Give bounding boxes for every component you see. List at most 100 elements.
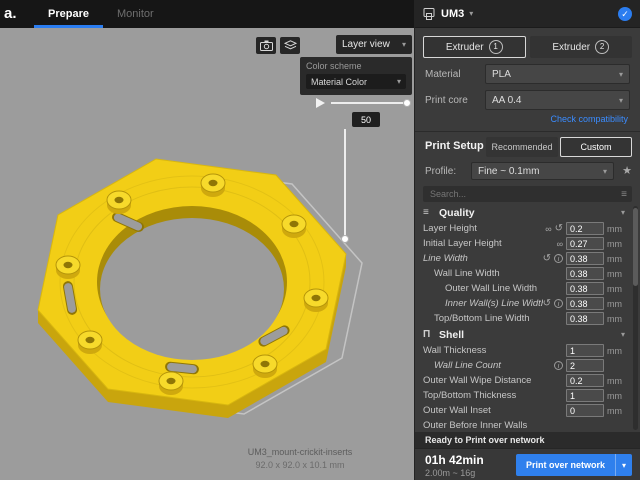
profile-dropdown[interactable]: Fine ~ 0.1mm ▾ <box>471 162 614 180</box>
setting-row: Wall Thickness1mm <box>415 343 633 358</box>
tab-monitor[interactable]: Monitor <box>103 0 168 28</box>
setting-value-field[interactable]: 0.38 <box>566 312 604 325</box>
extruder-number-badge: 2 <box>595 40 609 54</box>
color-scheme-value: Material Color <box>311 77 367 87</box>
setting-label: Wall Line Width <box>415 268 563 279</box>
setting-row: Top/Bottom Line Width0.38mm <box>415 311 633 326</box>
revert-icon[interactable]: ↺ <box>543 298 551 309</box>
scrollbar-thumb[interactable] <box>633 208 638 286</box>
print-core-value: AA 0.4 <box>492 95 521 106</box>
setting-row: Outer Wall Wipe Distance0.2mm <box>415 373 633 388</box>
link-icon[interactable]: ∞ <box>545 224 551 234</box>
info-icon[interactable]: i <box>554 299 563 308</box>
material-dropdown[interactable]: PLA ▾ <box>485 64 630 84</box>
model-name: UM3_mount-crickit-inserts <box>210 447 390 457</box>
category-quality[interactable]: ≡Quality▾ <box>415 204 633 221</box>
setting-value-field[interactable]: 0.38 <box>566 267 604 280</box>
color-scheme-panel: Color scheme Material Color ▾ <box>300 57 412 95</box>
layer-slider-handle[interactable] <box>341 235 349 243</box>
setting-unit: mm <box>604 314 627 324</box>
setting-row: Line Width↺i0.38mm <box>415 251 633 266</box>
setting-unit: mm <box>604 346 627 356</box>
job-footer: 01h 42min 2.00m ~ 16g Print over network… <box>415 448 640 480</box>
extruder-1-tab[interactable]: Extruder 1 <box>423 36 526 58</box>
setting-value-field[interactable]: 0.38 <box>566 252 604 265</box>
setting-value-field[interactable]: 0.38 <box>566 282 604 295</box>
job-status-text: Ready to Print over network <box>425 435 545 445</box>
setting-row: Top/Bottom Thickness1mm <box>415 388 633 403</box>
color-scheme-label: Color scheme <box>306 61 406 71</box>
chevron-down-icon: ▾ <box>619 70 623 79</box>
info-icon[interactable]: i <box>554 361 563 370</box>
setting-row: Wall Line Counti2 <box>415 358 633 373</box>
setting-value-field[interactable]: 0.2 <box>566 374 604 387</box>
settings-list: ≡Quality▾Layer Height∞↺0.2mmInitial Laye… <box>415 204 633 432</box>
revert-icon[interactable]: ↺ <box>543 253 551 264</box>
print-button-label: Print over network <box>516 454 615 476</box>
model-3d[interactable] <box>10 140 390 450</box>
setting-icons: ∞ <box>557 239 563 249</box>
chevron-down-icon: ▾ <box>402 40 406 49</box>
app-logo: a. <box>0 0 34 28</box>
viewport-toolbar <box>256 37 300 54</box>
setting-label: Wall Thickness <box>415 345 563 356</box>
settings-scrollbar[interactable] <box>633 206 638 430</box>
layers-icon <box>284 40 297 51</box>
chevron-down-icon: ▾ <box>469 9 473 18</box>
setting-label: Outer Wall Wipe Distance <box>415 375 563 386</box>
setting-value-field[interactable]: 0.38 <box>566 297 604 310</box>
category-shell[interactable]: ΠShell▾ <box>415 326 633 343</box>
print-core-label: Print core <box>425 95 468 106</box>
print-over-network-button[interactable]: Print over network ▾ <box>516 454 632 476</box>
chevron-down-icon[interactable]: ▾ <box>615 454 632 476</box>
extruder-tabs: Extruder 1 Extruder 2 <box>423 36 632 58</box>
setting-label: Initial Layer Height <box>415 238 557 249</box>
machine-selector[interactable]: UM3 ▾ ✓ <box>415 0 640 28</box>
setting-label: Wall Line Count <box>415 360 554 371</box>
profile-star-icon[interactable]: ★ <box>622 164 632 177</box>
setting-row: Initial Layer Height∞0.27mm <box>415 236 633 251</box>
setting-unit: mm <box>604 299 627 309</box>
play-button[interactable] <box>316 98 325 108</box>
setting-row: Inner Wall(s) Line Width↺i0.38mm <box>415 296 633 311</box>
setting-unit: mm <box>604 406 627 416</box>
extruder-2-tab[interactable]: Extruder 2 <box>530 36 633 58</box>
shell-icon: Π <box>423 329 439 340</box>
filter-icon[interactable]: ≡ <box>621 189 627 200</box>
material-label: Material <box>425 69 461 80</box>
recommended-mode-button[interactable]: Recommended <box>486 137 558 157</box>
custom-mode-button[interactable]: Custom <box>560 137 632 157</box>
search-input[interactable] <box>428 188 621 200</box>
info-icon[interactable]: i <box>554 254 563 263</box>
color-scheme-dropdown[interactable]: Material Color ▾ <box>306 74 406 89</box>
setting-value-field[interactable]: 0 <box>566 404 604 417</box>
layer-slider[interactable] <box>344 129 346 239</box>
path-slider-handle[interactable] <box>403 99 411 107</box>
extruder-number-badge: 1 <box>489 40 503 54</box>
link-icon[interactable]: ∞ <box>557 239 563 249</box>
print-core-dropdown[interactable]: AA 0.4 ▾ <box>485 90 630 110</box>
setting-value-field[interactable]: 0.27 <box>566 237 604 250</box>
setting-value-field[interactable]: 0.2 <box>566 222 604 235</box>
viewport-3d[interactable]: Layer view ▾ Color scheme Material Color… <box>0 28 414 480</box>
setting-value-field[interactable]: 1 <box>566 389 604 402</box>
setting-value-field[interactable]: 1 <box>566 344 604 357</box>
tab-prepare[interactable]: Prepare <box>34 0 103 28</box>
settings-search[interactable]: ≡ <box>423 186 632 202</box>
setting-label: Top/Bottom Line Width <box>415 313 563 324</box>
setting-row: Wall Line Width0.38mm <box>415 266 633 281</box>
chevron-down-icon: ▾ <box>603 167 607 176</box>
setting-label: Line Width <box>415 253 543 264</box>
layers-button[interactable] <box>280 37 300 54</box>
setting-unit: mm <box>604 284 627 294</box>
layer-number-badge[interactable]: 50 <box>352 112 380 127</box>
revert-icon[interactable]: ↺ <box>555 223 563 234</box>
material-usage-estimate: 2.00m ~ 16g <box>425 468 475 478</box>
path-progress-slider[interactable] <box>331 102 407 104</box>
view-mode-dropdown[interactable]: Layer view ▾ <box>336 35 412 54</box>
camera-snapshot-button[interactable] <box>256 37 276 54</box>
setting-value-field[interactable]: 2 <box>566 359 604 372</box>
check-compatibility-link[interactable]: Check compatibility <box>550 114 628 124</box>
setting-unit: mm <box>604 376 627 386</box>
extruder-label: Extruder <box>446 42 484 53</box>
